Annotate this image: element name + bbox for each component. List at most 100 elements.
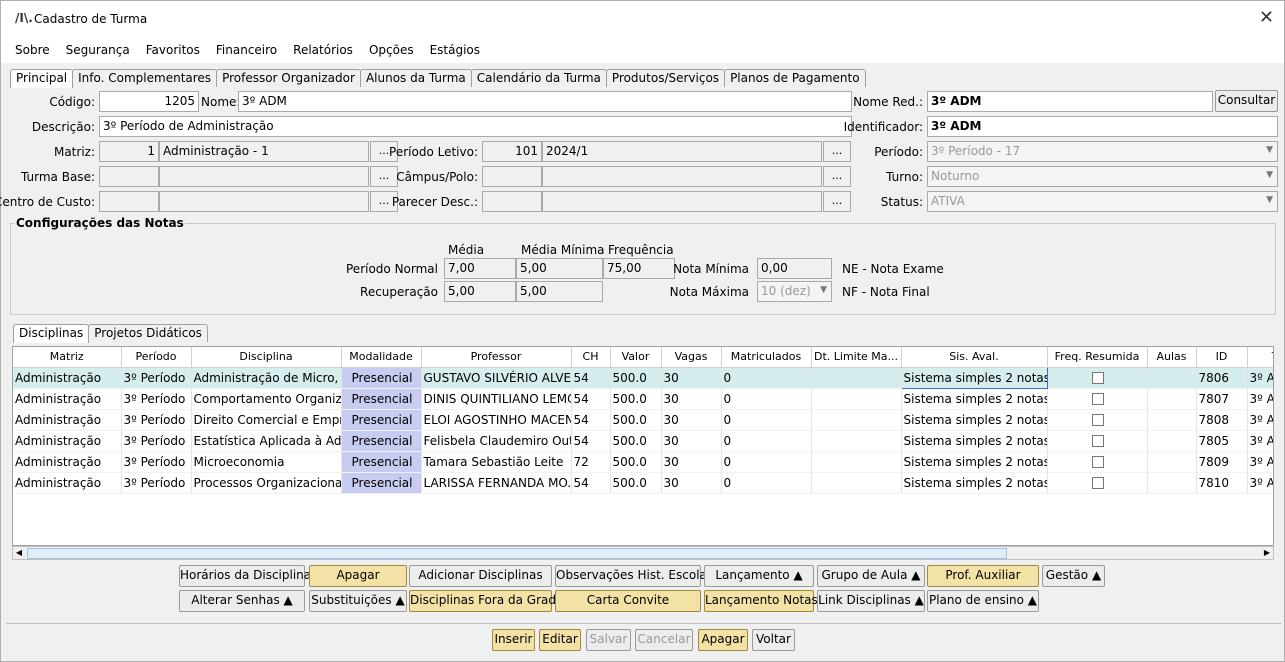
- lancamento-menu-button[interactable]: Lançamento ▲: [704, 565, 814, 587]
- col-header[interactable]: Disciplina: [191, 347, 342, 368]
- cancelar-button[interactable]: Cancelar: [635, 629, 693, 651]
- matriz-code-field[interactable]: 1: [99, 141, 159, 162]
- voltar-button[interactable]: Voltar: [752, 629, 795, 651]
- col-header[interactable]: Matriculados: [721, 347, 812, 368]
- pn-media-minima-field[interactable]: 5,00: [516, 258, 603, 279]
- periodo-letivo-code-field[interactable]: 101: [482, 141, 542, 162]
- menu-seguranca[interactable]: Segurança: [66, 43, 130, 57]
- nome-red-field[interactable]: 3º ADM: [927, 91, 1213, 112]
- table-cell: 30: [661, 388, 722, 410]
- tab-disciplinas[interactable]: Disciplinas: [13, 324, 90, 343]
- col-header[interactable]: Freq. Resumida: [1047, 347, 1148, 368]
- freq-resumida-checkbox[interactable]: [1092, 456, 1104, 468]
- col-header[interactable]: ID: [1196, 347, 1248, 368]
- apagar-button[interactable]: Apagar: [698, 629, 748, 651]
- table-cell: 72: [571, 451, 611, 473]
- salvar-button[interactable]: Salvar: [586, 629, 631, 651]
- turno-select[interactable]: Noturno ▼: [927, 166, 1278, 187]
- carta-convite-button[interactable]: Carta Convite: [555, 590, 701, 612]
- tab-principal[interactable]: Principal: [10, 69, 74, 88]
- horarios-disciplina-button[interactable]: Horários da Disciplina: [179, 565, 311, 587]
- freq-resumida-checkbox[interactable]: [1092, 435, 1104, 447]
- observacoes-hist-button[interactable]: Observações Hist. Escolar: [555, 565, 712, 587]
- codigo-field[interactable]: 1205: [99, 91, 199, 112]
- col-header[interactable]: Professor: [421, 347, 572, 368]
- menu-favoritos[interactable]: Favoritos: [146, 43, 200, 57]
- rec-media-field[interactable]: 5,00: [444, 281, 516, 302]
- col-header[interactable]: Sis. Aval.: [901, 347, 1048, 368]
- scroll-left-icon[interactable]: ◀: [13, 547, 25, 559]
- col-header[interactable]: Tur: [1247, 347, 1273, 368]
- nota-maxima-select[interactable]: 10 (dez) ▼: [757, 281, 832, 302]
- freq-resumida-checkbox[interactable]: [1092, 477, 1104, 489]
- plano-ensino-menu-button[interactable]: Plano de ensino ▲: [927, 590, 1039, 612]
- scroll-right-icon[interactable]: ▶: [1261, 547, 1273, 559]
- menu-opcoes[interactable]: Opções: [369, 43, 414, 57]
- nota-minima-field[interactable]: 0,00: [757, 258, 832, 279]
- campus-code-field[interactable]: [482, 166, 542, 187]
- campus-lookup-button[interactable]: ...: [823, 166, 851, 187]
- table-row[interactable]: Administração 3º Período Administração de …: [13, 366, 1273, 389]
- pn-frequencia-field[interactable]: 75,00: [603, 258, 675, 279]
- parecer-lookup-button[interactable]: ...: [823, 191, 851, 212]
- tab-calendario-turma[interactable]: Calendário da Turma: [470, 69, 607, 87]
- freq-resumida-checkbox[interactable]: [1092, 393, 1104, 405]
- horizontal-scrollbar[interactable]: ◀ ▶: [12, 546, 1274, 560]
- parecer-code-field[interactable]: [482, 191, 542, 212]
- identificador-field[interactable]: 3º ADM: [927, 116, 1278, 137]
- apagar-disciplina-button[interactable]: Apagar: [309, 565, 407, 587]
- tab-projetos-didaticos[interactable]: Projetos Didáticos: [88, 324, 208, 342]
- menu-relatorios[interactable]: Relatórios: [293, 43, 353, 57]
- link-disciplinas-menu-button[interactable]: Link Disciplinas ▲: [817, 590, 925, 612]
- lancamento-notas-button[interactable]: Lançamento Notas: [704, 590, 818, 612]
- tab-planos-pagamento[interactable]: Planos de Pagamento: [724, 69, 866, 87]
- col-header[interactable]: Aulas: [1147, 347, 1197, 368]
- col-header[interactable]: CH: [571, 347, 611, 368]
- pn-media-field[interactable]: 7,00: [444, 258, 516, 279]
- tab-professor-organizador[interactable]: Professor Organizador: [216, 69, 361, 87]
- turma-base-code-field[interactable]: [99, 166, 159, 187]
- table-cell: [1047, 388, 1148, 410]
- tab-info-complementares[interactable]: Info. Complementares: [72, 69, 218, 87]
- substituicoes-menu-button[interactable]: Substituições ▲: [309, 590, 407, 612]
- editar-button[interactable]: Editar: [539, 629, 581, 651]
- consultar-button[interactable]: Consultar: [1215, 90, 1278, 112]
- periodo-select[interactable]: 3º Período - 17 ▼: [927, 141, 1278, 162]
- alterar-senhas-menu-button[interactable]: Alterar Senhas ▲: [179, 590, 305, 612]
- status-select[interactable]: ATIVA ▼: [927, 191, 1278, 212]
- inserir-button[interactable]: Inserir: [492, 629, 535, 651]
- table-cell: [1147, 430, 1197, 452]
- periodo-letivo-lookup-button[interactable]: ...: [823, 141, 851, 162]
- table-row[interactable]: Administração 3º Período Processos Organiz…: [13, 472, 1273, 494]
- menu-financeiro[interactable]: Financeiro: [216, 43, 277, 57]
- grupo-aula-menu-button[interactable]: Grupo de Aula ▲: [817, 565, 925, 587]
- descricao-field[interactable]: 3º Período de Administração: [99, 116, 852, 137]
- nome-field[interactable]: 3º ADM: [238, 91, 852, 112]
- close-icon[interactable]: ✕: [1259, 7, 1274, 28]
- table-row[interactable]: Administração 3º Período Microeconomia Pres…: [13, 451, 1273, 473]
- freq-resumida-checkbox[interactable]: [1092, 372, 1104, 384]
- scrollbar-thumb[interactable]: [27, 548, 1007, 559]
- col-header[interactable]: Modalidade: [341, 347, 422, 368]
- col-header[interactable]: Dt. Limite Ma...: [811, 347, 902, 368]
- table-cell: 54: [571, 388, 611, 410]
- prof-auxiliar-button[interactable]: Prof. Auxiliar: [927, 565, 1039, 587]
- turma-base-lookup-button[interactable]: ...: [370, 166, 398, 187]
- adicionar-disciplinas-button[interactable]: Adicionar Disciplinas: [409, 565, 552, 587]
- menu-estagios[interactable]: Estágios: [430, 43, 480, 57]
- table-row[interactable]: Administração 3º Período Direito Comercial…: [13, 409, 1273, 431]
- col-header[interactable]: Período: [121, 347, 192, 368]
- freq-resumida-checkbox[interactable]: [1092, 414, 1104, 426]
- table-row[interactable]: Administração 3º Período Estatística Aplic…: [13, 430, 1273, 452]
- tab-alunos-turma[interactable]: Alunos da Turma: [359, 69, 472, 87]
- tab-produtos-servicos[interactable]: Produtos/Serviços: [605, 69, 726, 87]
- rec-media-minima-field[interactable]: 5,00: [516, 281, 603, 302]
- centro-custo-code-field[interactable]: [99, 191, 159, 212]
- col-header[interactable]: Valor: [610, 347, 662, 368]
- table-row[interactable]: Administração 3º Período Comportamento Org…: [13, 388, 1273, 410]
- gestao-menu-button[interactable]: Gestão ▲: [1042, 565, 1105, 587]
- col-header[interactable]: Vagas: [661, 347, 722, 368]
- disciplinas-fora-grade-button[interactable]: Disciplinas Fora da Grade: [409, 590, 563, 612]
- col-header[interactable]: Matriz: [13, 347, 122, 368]
- menu-sobre[interactable]: Sobre: [15, 43, 50, 57]
